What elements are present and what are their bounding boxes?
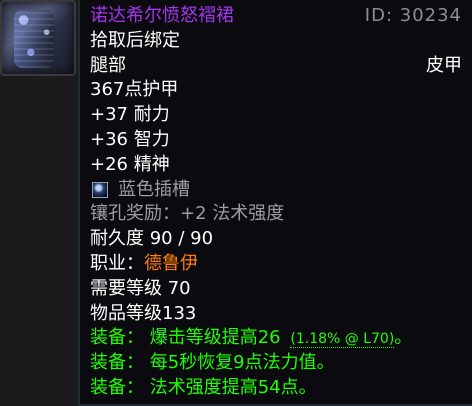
- armor-value: 367点护甲: [90, 79, 179, 101]
- armor-type: 皮甲: [426, 54, 462, 76]
- equip-crit-text: 装备： 爆击等级提高26: [90, 327, 281, 349]
- durability-value: 90 / 90: [149, 228, 214, 250]
- class-name: 德鲁伊: [144, 252, 198, 274]
- bind-text: 拾取后绑定: [90, 29, 180, 51]
- socket-bonus: 镶孔奖励：+2 法术强度: [90, 203, 285, 225]
- required-level: 需要等级 70: [90, 277, 191, 299]
- slot-row: 腿部 皮甲: [90, 54, 462, 79]
- stat-intellect: +36 智力: [90, 128, 170, 150]
- equip-spell-power: 装备： 法术强度提高54点。: [90, 376, 317, 398]
- durability-row: 耐久度 90 / 90: [90, 227, 462, 252]
- item-tooltip-view: 诺达希尔愤怒褶裙 ID: 30234 拾取后绑定 腿部 皮甲 367点护甲 +3…: [0, 0, 472, 406]
- blue-socket-icon: [92, 181, 108, 198]
- stat-spirit: +26 精神: [90, 153, 170, 175]
- leggings-item-icon[interactable]: [0, 0, 76, 76]
- equip-mana-regen: 装备： 每5秒恢复9点法力值。: [90, 352, 335, 374]
- durability-label: 耐久度: [90, 228, 144, 250]
- title-row: 诺达希尔愤怒褶裙 ID: 30234: [90, 4, 462, 29]
- item-name: 诺达希尔愤怒褶裙: [90, 5, 234, 26]
- slot-label: 腿部: [90, 54, 126, 76]
- stat-stamina: +37 耐力: [90, 104, 170, 126]
- equip-crit: 装备： 爆击等级提高26 (1.18% @ L70)。: [90, 326, 462, 351]
- class-label: 职业：: [90, 252, 144, 274]
- class-row: 职业：德鲁伊: [90, 252, 462, 277]
- item-tooltip: 诺达希尔愤怒褶裙 ID: 30234 拾取后绑定 腿部 皮甲 367点护甲 +3…: [78, 0, 472, 406]
- item-level: 物品等级133: [90, 302, 197, 324]
- socket-label: 蓝色插槽: [118, 178, 190, 200]
- item-id: ID: 30234: [364, 5, 462, 26]
- equip-crit-suffix: 。: [394, 327, 413, 349]
- crit-rating-percent[interactable]: (1.18% @ L70): [290, 331, 395, 349]
- socket-row: 蓝色插槽: [90, 178, 462, 203]
